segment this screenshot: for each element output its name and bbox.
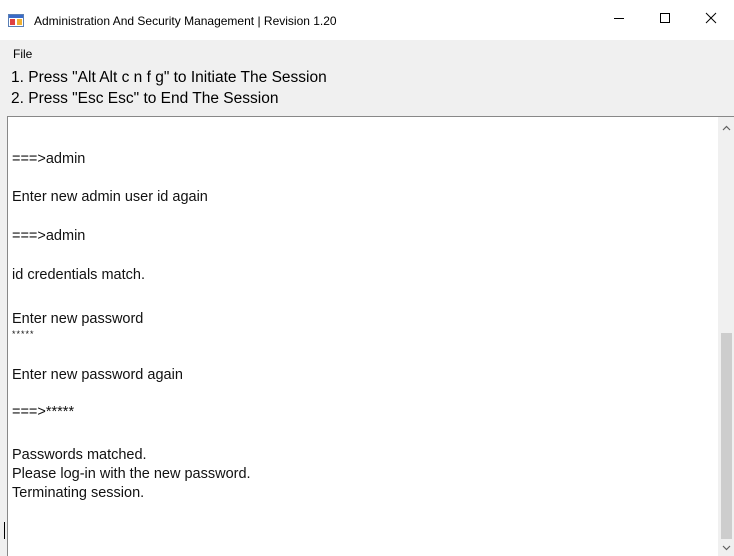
chevron-down-icon [722, 538, 731, 556]
vertical-scrollbar[interactable] [718, 117, 734, 556]
scroll-thumb[interactable] [721, 333, 732, 539]
app-icon [8, 14, 24, 27]
console-line: ===>admin [12, 228, 86, 244]
console-line: Passwords matched. [12, 447, 147, 463]
scroll-down-button[interactable] [718, 541, 734, 553]
minimize-icon [613, 11, 625, 29]
menu-item-file[interactable]: File [13, 47, 32, 61]
console-line: Please log-in with the new password. [12, 466, 251, 482]
close-icon [705, 11, 717, 29]
instruction-initiate: 1. Press "Alt Alt c n f g" to Initiate T… [11, 69, 327, 86]
scroll-up-button[interactable] [718, 121, 734, 133]
console-line: Enter new password again [12, 367, 183, 383]
masked-password: ***** [12, 329, 35, 339]
chevron-up-icon [722, 118, 731, 136]
menu-bar: File [0, 40, 734, 66]
console-line: id credentials match. [12, 267, 145, 283]
app-window: Administration And Security Management |… [0, 0, 734, 556]
instruction-end: 2. Press "Esc Esc" to End The Session [11, 90, 279, 107]
console-line: Enter new admin user id again [12, 189, 208, 205]
console-line: ===>admin [12, 151, 86, 167]
console-output[interactable]: ===>admin Enter new admin user id again … [7, 116, 734, 556]
minimize-button[interactable] [596, 0, 642, 40]
maximize-icon [659, 11, 671, 29]
close-button[interactable] [688, 0, 734, 40]
text-caret [4, 522, 5, 539]
console-line: Enter new password [12, 311, 144, 327]
title-bar[interactable]: Administration And Security Management |… [0, 0, 734, 40]
console-line: ===>***** [12, 404, 75, 420]
console-line: Terminating session. [12, 485, 145, 501]
instructions-panel: 1. Press "Alt Alt c n f g" to Initiate T… [0, 66, 734, 116]
maximize-button[interactable] [642, 0, 688, 40]
window-title: Administration And Security Management |… [34, 14, 337, 28]
